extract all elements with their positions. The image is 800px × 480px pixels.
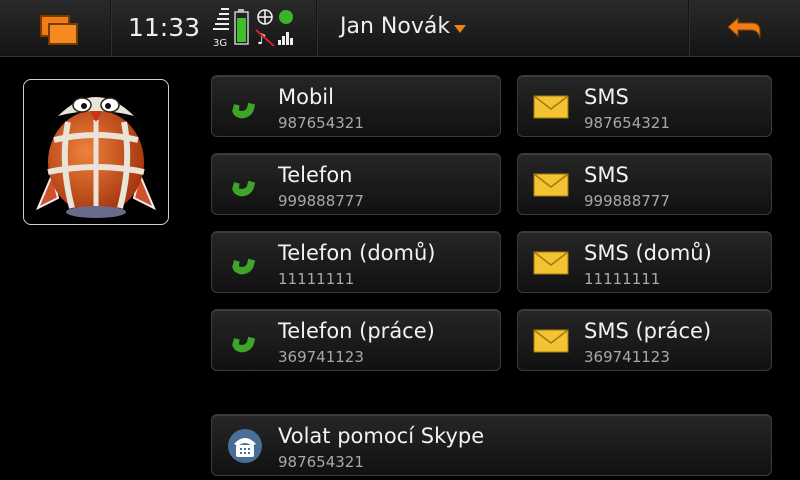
contact-avatar[interactable] (23, 79, 169, 225)
call-label: Telefon (práce) (278, 319, 435, 343)
sms-label: SMS (domů) (584, 241, 712, 265)
phone-number: 369741123 (278, 348, 364, 366)
call-button[interactable]: Mobil 987654321 (211, 75, 501, 137)
envelope-icon (533, 95, 569, 119)
skype-label: Volat pomocí Skype (278, 424, 485, 448)
envelope-icon (533, 251, 569, 275)
call-button[interactable]: Telefon 999888777 (211, 153, 501, 215)
task-switcher-icon[interactable] (34, 10, 80, 46)
sms-button[interactable]: SMS 999888777 (517, 153, 772, 215)
sms-label: SMS (584, 85, 629, 109)
avatar-image (36, 97, 156, 218)
presence-status-icon (279, 10, 293, 24)
phone-handset-icon (232, 102, 256, 119)
call-label: Mobil (278, 85, 334, 109)
phone-handset-icon (232, 258, 256, 275)
phone-number: 369741123 (584, 348, 670, 366)
call-label: Telefon (278, 163, 353, 187)
battery-icon (234, 9, 249, 45)
page-title: Jan Novák (340, 14, 451, 39)
phone-number: 999888777 (278, 192, 364, 210)
skype-call-button[interactable]: Volat pomocí Skype 987654321 (211, 414, 772, 476)
phone-number: 11111111 (584, 270, 661, 288)
phone-number: 11111111 (278, 270, 355, 288)
sms-label: SMS (práce) (584, 319, 712, 343)
back-arrow-icon[interactable] (724, 14, 764, 42)
envelope-icon (533, 173, 569, 197)
contact-menu-button[interactable]: Jan Novák (322, 0, 642, 56)
volume-level-icon (278, 32, 293, 45)
phone-handset-icon (232, 336, 256, 353)
sms-label: SMS (584, 163, 629, 187)
clock[interactable]: 11:33 (128, 12, 200, 44)
sms-button[interactable]: SMS (práce) 369741123 (517, 309, 772, 371)
phone-handset-icon (232, 180, 256, 197)
call-button[interactable]: Telefon (domů) 11111111 (211, 231, 501, 293)
sms-button[interactable]: SMS 987654321 (517, 75, 772, 137)
sms-button[interactable]: SMS (domů) 11111111 (517, 231, 772, 293)
status-bar: 11:33 3G ♪ Jan Novák (0, 0, 800, 57)
skype-phone-icon (228, 429, 262, 463)
call-label: Telefon (domů) (278, 241, 436, 265)
envelope-icon (533, 329, 569, 353)
phone-number: 987654321 (584, 114, 670, 132)
status-indicators[interactable]: 3G ♪ (212, 8, 296, 49)
signal-strength-icon (213, 8, 229, 30)
phone-number: 999888777 (584, 192, 670, 210)
silent-profile-icon: ♪ (255, 29, 275, 48)
data-connection-icon (257, 9, 273, 25)
chevron-down-icon (454, 25, 466, 33)
phone-number: 987654321 (278, 453, 364, 471)
call-button[interactable]: Telefon (práce) 369741123 (211, 309, 501, 371)
network-type-label: 3G (213, 38, 227, 48)
phone-number: 987654321 (278, 114, 364, 132)
